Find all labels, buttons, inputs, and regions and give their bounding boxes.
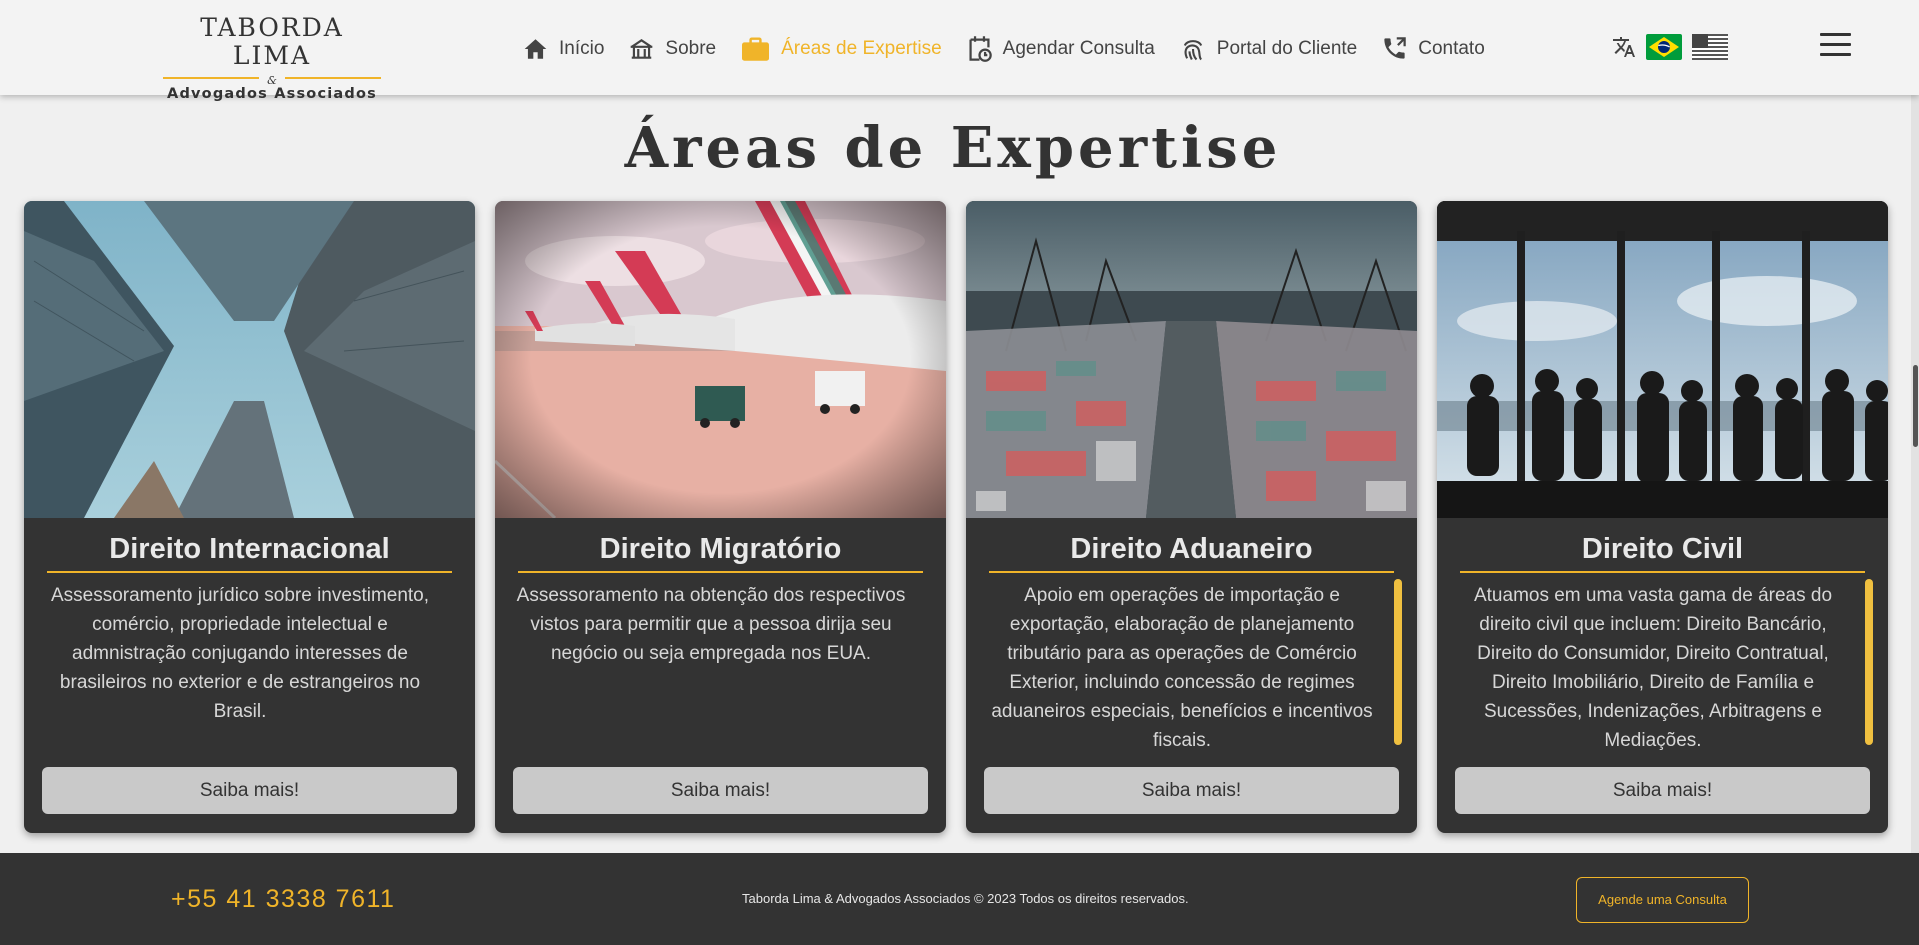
card-direito-internacional: Direito Internacional Assessoramento jur… (24, 201, 475, 833)
site-header: TABORDA LIMA & Advogados Associados Iníc… (0, 0, 1919, 102)
skyscrapers-image (24, 201, 475, 518)
calendar-clock-icon (969, 36, 992, 62)
card-title: Direito Internacional (47, 531, 452, 573)
card-scrollbar[interactable] (1865, 579, 1873, 745)
logo[interactable]: TABORDA LIMA & Advogados Associados (163, 14, 381, 102)
card-direito-aduaneiro: Direito Aduaneiro Apoio em operações de … (966, 201, 1417, 833)
card-description: Atuamos em uma vasta gama de áreas do di… (1473, 585, 1833, 750)
nav-label: Agendar Consulta (1002, 37, 1155, 59)
airport-image (495, 201, 946, 518)
footer-phone[interactable]: +55 41 3338 7611 (171, 885, 395, 914)
hamburger-menu-icon[interactable] (1820, 33, 1851, 57)
saiba-mais-button[interactable]: Saiba mais! (1455, 767, 1870, 814)
card-direito-civil: Direito Civil Atuamos em uma vasta gama … (1437, 201, 1888, 833)
card-title: Direito Migratório (518, 531, 923, 573)
nav-label: Início (559, 37, 605, 59)
nav-item-sobre[interactable]: Sobre (628, 36, 716, 62)
nav-item-portal[interactable]: Portal do Cliente (1179, 35, 1357, 63)
logo-ampersand: & (267, 74, 277, 87)
nav-item-contato[interactable]: Contato (1381, 35, 1485, 62)
card-description: Assessoramento jurídico sobre investimen… (50, 585, 430, 722)
saiba-mais-button[interactable]: Saiba mais! (42, 767, 457, 814)
nav-label: Portal do Cliente (1216, 37, 1358, 59)
card-scrollbar[interactable] (1394, 579, 1402, 745)
card-title: Direito Civil (1460, 531, 1865, 573)
logo-divider: & (163, 71, 381, 87)
brazil-flag[interactable] (1646, 34, 1682, 60)
nav-label: Sobre (665, 37, 717, 59)
saiba-mais-button[interactable]: Saiba mais! (513, 767, 928, 814)
people-window-image (1437, 201, 1888, 518)
card-title: Direito Aduaneiro (989, 531, 1394, 573)
page-title: Áreas de Expertise (624, 115, 1282, 181)
nav-item-inicio[interactable]: Início (522, 36, 604, 62)
footer-copyright: Taborda Lima & Advogados Associados © 20… (742, 891, 1189, 906)
fingerprint-icon (1183, 39, 1202, 60)
phone-icon (1384, 37, 1406, 59)
translate-icon[interactable] (1612, 35, 1636, 59)
container-port-image (966, 201, 1417, 518)
logo-subtitle: Advogados Associados (167, 86, 377, 102)
logo-name: TABORDA LIMA (200, 13, 344, 70)
saiba-mais-button[interactable]: Saiba mais! (984, 767, 1399, 814)
scrollbar-thumb[interactable] (1913, 365, 1918, 447)
site-footer: +55 41 3338 7611 Taborda Lima & Advogado… (0, 853, 1919, 945)
building-icon (631, 38, 653, 59)
nav-label: Áreas de Expertise (781, 37, 942, 59)
usa-flag[interactable] (1692, 34, 1728, 60)
card-direito-migratorio: Direito Migratório Assessoramento na obt… (495, 201, 946, 833)
page-scrollbar[interactable] (1911, 95, 1919, 853)
schedule-consultation-button[interactable]: Agende uma Consulta (1576, 877, 1749, 923)
home-icon (524, 38, 547, 59)
briefcase-icon (742, 37, 770, 61)
card-description: Assessoramento na obtenção dos respectiv… (516, 585, 906, 664)
card-description: Apoio em operações de importação e expor… (991, 585, 1373, 750)
main-nav: Início Sobre Áreas de Expertise Agendar … (522, 34, 1509, 63)
nav-item-areas[interactable]: Áreas de Expertise (740, 35, 942, 62)
nav-item-agendar[interactable]: Agendar Consulta (966, 34, 1155, 63)
language-switcher (1612, 34, 1728, 60)
nav-label: Contato (1418, 37, 1485, 59)
